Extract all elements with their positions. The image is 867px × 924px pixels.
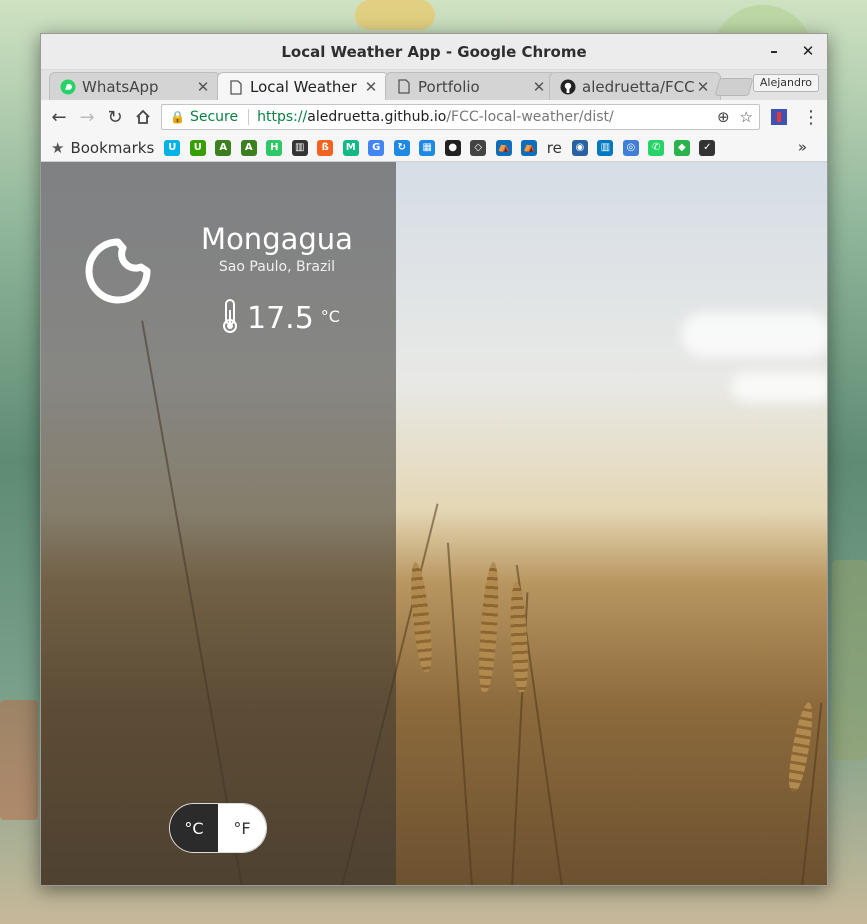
back-arrow-icon[interactable]: ←: [45, 103, 73, 131]
browser-window: Local Weather App - Google Chrome – ✕ Wh…: [40, 33, 828, 886]
page-icon: [396, 79, 412, 95]
github-icon: [560, 79, 576, 95]
wallpaper-building: [0, 700, 38, 820]
sync-bookmark-icon[interactable]: ↻: [393, 139, 410, 156]
translate-bookmark-icon[interactable]: G: [368, 139, 385, 156]
tab-label: Local Weather: [250, 78, 357, 96]
thermometer-icon: [221, 298, 239, 338]
tab-label: WhatsApp: [82, 77, 159, 96]
profile-button[interactable]: Alejandro: [752, 74, 819, 92]
codepen-bookmark-icon[interactable]: ◇: [470, 139, 487, 156]
extension-icon[interactable]: [765, 103, 793, 131]
omnibox-actions: ⊕ ☆: [717, 108, 753, 126]
url-scheme: https://: [257, 109, 308, 125]
celsius-button[interactable]: °C: [170, 804, 218, 852]
trello-bookmark-icon[interactable]: ▥: [597, 139, 614, 156]
close-tab-icon[interactable]: ✕: [696, 78, 710, 96]
tab-github-repo[interactable]: aledruetta/FCC ✕: [549, 72, 721, 100]
bookmark-icons: U U A A H ▥ ß M G ↻ ▦ ● ◇ ⛺ ⛺: [164, 139, 547, 156]
temperature-value: 17.5: [247, 300, 314, 336]
close-tab-icon[interactable]: ✕: [364, 78, 378, 96]
tab-whatsapp[interactable]: WhatsApp ✕: [49, 72, 221, 100]
freecodecamp-bookmark-icon[interactable]: ⛺: [495, 139, 512, 156]
secure-label: Secure: [189, 109, 239, 125]
night-moon-icon: [83, 236, 153, 306]
url-path: /FCC-local-weather/dist/: [446, 109, 614, 125]
tab-label: Portfolio: [418, 77, 480, 96]
title-bar: Local Weather App - Google Chrome – ✕: [41, 34, 827, 70]
region-name: Sao Paulo, Brazil: [218, 259, 336, 275]
address-bar[interactable]: 🔒 Secure https:// aledruetta.github.io /…: [161, 104, 760, 130]
home-icon[interactable]: [129, 103, 157, 131]
url-host: aledruetta.github.io: [307, 109, 447, 125]
chrome-menu-icon[interactable]: ⋮: [797, 103, 825, 131]
page-icon: [228, 79, 244, 95]
wallpaper-building: [355, 0, 435, 30]
window-title: Local Weather App - Google Chrome: [281, 43, 587, 61]
bookmarks-bar: ★ Bookmarks U U A A H ▥ ß M G ↻ ▦ ● ◇ ⛺ ⛺ re ◉ ▥ ◎ ✆ ◆ ✓ »: [41, 134, 827, 162]
background-cloud: [731, 372, 827, 402]
bookmark-icons-2: ◉ ▥ ◎ ✆ ◆ ✓: [571, 139, 725, 156]
reload-icon[interactable]: ↻: [101, 103, 129, 131]
temperature-unit: °C: [320, 306, 340, 326]
tab-strip: WhatsApp ✕ Local Weather ✕ Portfolio ✕ a…: [41, 70, 827, 101]
android-bookmark-icon[interactable]: A: [215, 139, 232, 156]
medium-bookmark-icon[interactable]: M: [342, 139, 359, 156]
wallpaper-building: [832, 560, 867, 760]
location-target-icon[interactable]: ⊕: [717, 108, 730, 126]
browser-toolbar: ← → ↻ 🔒 Secure https:// aledruetta.githu…: [41, 100, 827, 134]
wheat-ear: [476, 561, 502, 693]
bookmarks-overflow-icon[interactable]: »: [798, 138, 807, 156]
unit-toggle[interactable]: °C °F: [169, 803, 267, 853]
bird-bookmark-icon[interactable]: ✓: [699, 139, 716, 156]
bookmarks-star-icon: ★: [51, 138, 65, 157]
whatsapp-bookmark-icon[interactable]: ✆: [648, 139, 665, 156]
tab-label: aledruetta/FCC: [582, 77, 695, 96]
whatsapp-icon: [60, 79, 76, 95]
lock-icon: 🔒: [170, 110, 185, 124]
fahrenheit-button[interactable]: °F: [218, 804, 266, 852]
close-tab-icon[interactable]: ✕: [196, 78, 210, 96]
bookmark-re[interactable]: re: [547, 139, 562, 157]
omnibox-divider: [248, 109, 250, 125]
android-bookmark-icon-2[interactable]: A: [240, 139, 257, 156]
new-tab-button[interactable]: [714, 78, 754, 96]
forward-arrow-icon[interactable]: →: [73, 103, 101, 131]
bookmarks-label[interactable]: Bookmarks: [70, 139, 154, 157]
app-bookmark-icon[interactable]: ▥: [291, 139, 308, 156]
background-cloud: [681, 312, 827, 357]
weather-page: Mongagua Sao Paulo, Brazil 17.5 °C °C °F: [41, 162, 827, 885]
bookmark-star-icon[interactable]: ☆: [740, 108, 753, 126]
feedly-bookmark-icon[interactable]: ◆: [673, 139, 690, 156]
temperature-row: 17.5 °C: [221, 298, 340, 338]
github-bookmark-icon[interactable]: ●: [444, 139, 461, 156]
orange-bookmark-icon[interactable]: ß: [317, 139, 334, 156]
upwork-bookmark-icon[interactable]: U: [189, 139, 206, 156]
hackerrank-bookmark-icon[interactable]: H: [266, 139, 283, 156]
wheat-stalk: [446, 542, 473, 885]
close-window-button[interactable]: ✕: [797, 40, 819, 62]
minimize-button[interactable]: –: [763, 40, 785, 62]
bucket-bookmark-icon[interactable]: ◉: [571, 139, 588, 156]
city-name: Mongagua: [201, 222, 353, 256]
layout-bookmark-icon[interactable]: ▦: [419, 139, 436, 156]
wheat-ear: [407, 561, 435, 673]
freecodecamp-bookmark-icon-2[interactable]: ⛺: [521, 139, 538, 156]
weather-panel: Mongagua Sao Paulo, Brazil 17.5 °C °C °F: [41, 162, 396, 885]
udacity-bookmark-icon[interactable]: U: [164, 139, 181, 156]
tab-local-weather[interactable]: Local Weather ✕: [217, 72, 389, 101]
tab-portfolio[interactable]: Portfolio ✕: [385, 72, 557, 100]
close-tab-icon[interactable]: ✕: [532, 78, 546, 96]
globe-bookmark-icon[interactable]: ◎: [622, 139, 639, 156]
